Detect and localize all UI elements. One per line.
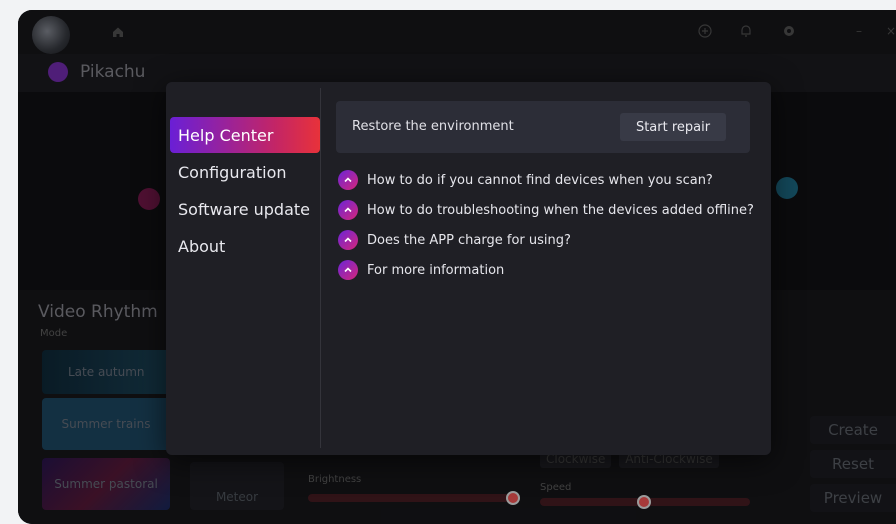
chevron-up-icon bbox=[338, 200, 358, 220]
app-window: – × Pikachu Video Rhythm Mode Late autum… bbox=[18, 10, 896, 524]
start-repair-button[interactable]: Start repair bbox=[620, 113, 726, 141]
menu-item-software-update[interactable]: Software update bbox=[170, 191, 320, 227]
settings-menu: Help Center Configuration Software updat… bbox=[166, 82, 320, 455]
help-dialog: Help Center Configuration Software updat… bbox=[166, 82, 771, 455]
faq-question: How to do troubleshooting when the devic… bbox=[367, 202, 754, 218]
faq-item[interactable]: How to do troubleshooting when the devic… bbox=[338, 199, 758, 221]
faq-question: For more information bbox=[367, 262, 505, 278]
faq-item[interactable]: How to do if you cannot find devices whe… bbox=[338, 169, 758, 191]
chevron-up-icon bbox=[338, 230, 358, 250]
restore-environment-box: Restore the environment Start repair bbox=[336, 101, 750, 153]
menu-item-about[interactable]: About bbox=[170, 228, 320, 264]
faq-question: Does the APP charge for using? bbox=[367, 232, 571, 248]
menu-item-configuration[interactable]: Configuration bbox=[170, 154, 320, 190]
chevron-up-icon bbox=[338, 170, 358, 190]
chevron-up-icon bbox=[338, 260, 358, 280]
menu-divider bbox=[320, 88, 321, 448]
faq-question: How to do if you cannot find devices whe… bbox=[367, 172, 713, 188]
menu-item-help-center[interactable]: Help Center bbox=[170, 117, 320, 153]
faq-item[interactable]: Does the APP charge for using? bbox=[338, 229, 758, 251]
faq-item[interactable]: For more information bbox=[338, 259, 758, 281]
restore-environment-label: Restore the environment bbox=[352, 119, 514, 134]
